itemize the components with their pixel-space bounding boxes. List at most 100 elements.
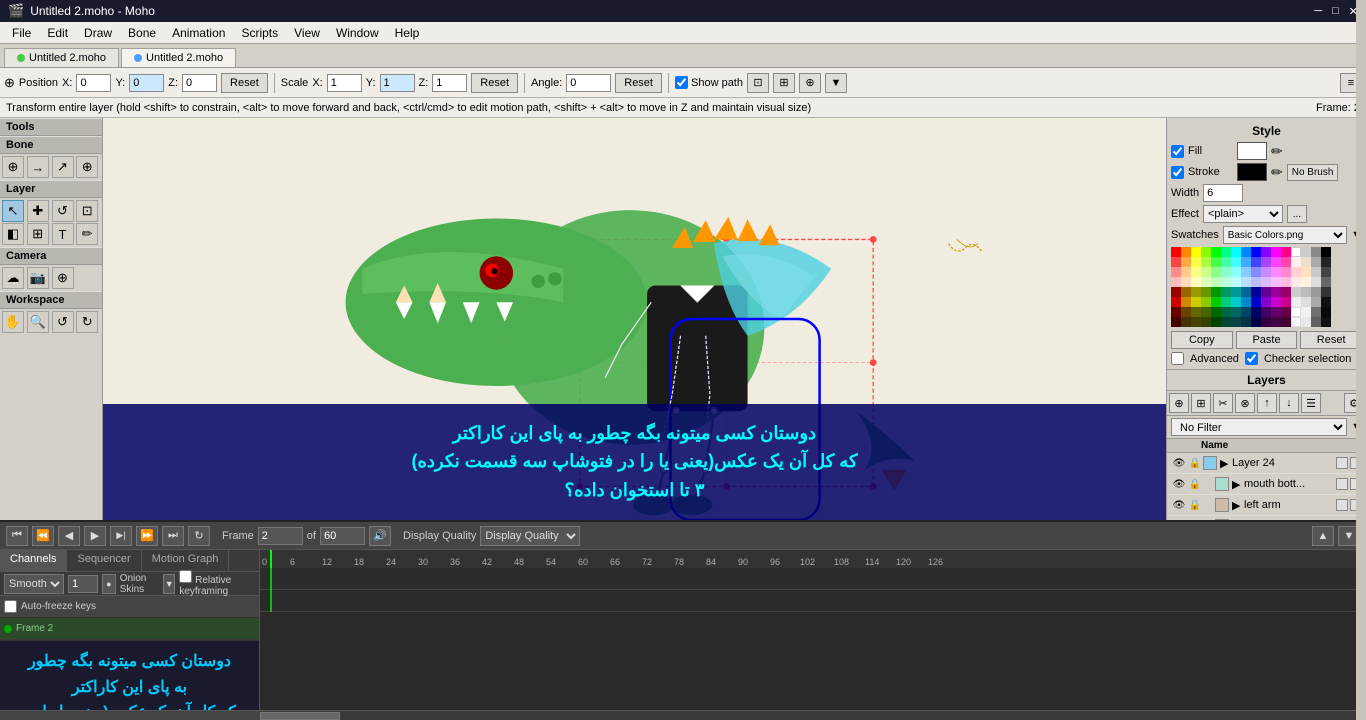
leftarm-eye[interactable]: 👁	[1171, 497, 1187, 513]
bodyshadow-eye[interactable]: 👁	[1171, 518, 1187, 520]
color-cell[interactable]	[1271, 287, 1281, 297]
sz-input[interactable]	[432, 74, 467, 92]
color-cell[interactable]	[1221, 247, 1231, 257]
color-cell[interactable]	[1301, 297, 1311, 307]
reset-position-button[interactable]: Reset	[221, 73, 268, 93]
color-cell[interactable]	[1221, 287, 1231, 297]
color-cell[interactable]	[1261, 247, 1271, 257]
layers-btn-3[interactable]: ✂	[1213, 393, 1233, 413]
color-cell[interactable]	[1181, 247, 1191, 257]
color-cell[interactable]	[1261, 267, 1271, 277]
layer-item-mouth[interactable]: 👁 🔒 ▶ mouth bott...	[1167, 474, 1366, 495]
effect-options-button[interactable]: ...	[1287, 205, 1307, 223]
color-cell[interactable]	[1181, 277, 1191, 287]
minimize-button[interactable]: ─	[1314, 5, 1322, 18]
leftarm-expand[interactable]: ▶	[1232, 499, 1244, 512]
color-cell[interactable]	[1261, 317, 1271, 327]
color-cell[interactable]	[1251, 297, 1261, 307]
color-cell[interactable]	[1231, 287, 1241, 297]
color-cell[interactable]	[1301, 277, 1311, 287]
color-cell[interactable]	[1311, 297, 1321, 307]
color-cell[interactable]	[1181, 317, 1191, 327]
display-quality-select[interactable]: Display Quality	[480, 526, 580, 546]
show-path-checkbox[interactable]	[675, 76, 688, 89]
total-frames-input[interactable]	[320, 527, 365, 545]
color-cell[interactable]	[1251, 277, 1261, 287]
color-cell[interactable]	[1261, 297, 1271, 307]
workspace-tool-undo[interactable]: ↺	[52, 311, 74, 333]
color-cell[interactable]	[1201, 247, 1211, 257]
mouth-expand[interactable]: ▶	[1232, 478, 1244, 491]
color-cell[interactable]	[1181, 297, 1191, 307]
h-scroll-track[interactable]	[260, 711, 1366, 720]
workspace-tool-zoom[interactable]: 🔍	[27, 311, 49, 333]
width-input[interactable]	[1203, 184, 1243, 202]
swatches-select[interactable]: Basic Colors.png	[1223, 226, 1347, 244]
color-cell[interactable]	[1181, 307, 1191, 317]
menu-view[interactable]: View	[286, 24, 328, 42]
copy-button[interactable]: Copy	[1171, 331, 1233, 349]
layer-tool-6[interactable]: ⊞	[27, 223, 49, 245]
color-cell[interactable]	[1221, 267, 1231, 277]
color-cell[interactable]	[1171, 267, 1181, 277]
menu-file[interactable]: File	[4, 24, 39, 42]
camera-tool-2[interactable]: 📷	[27, 267, 49, 289]
layers-btn-7[interactable]: ☰	[1301, 393, 1321, 413]
color-cell[interactable]	[1241, 277, 1251, 287]
layer24-eye[interactable]: 👁	[1171, 455, 1187, 471]
color-cell[interactable]	[1221, 317, 1231, 327]
color-cell[interactable]	[1271, 257, 1281, 267]
color-cell[interactable]	[1321, 287, 1331, 297]
leftarm-lock[interactable]: 🔒	[1187, 497, 1203, 513]
color-cell[interactable]	[1261, 287, 1271, 297]
color-cell[interactable]	[1241, 247, 1251, 257]
toolbar-icon-btn-3[interactable]: ⊕	[799, 73, 821, 93]
stroke-color-swatch[interactable]	[1237, 163, 1267, 181]
color-cell[interactable]	[1271, 307, 1281, 317]
color-cell[interactable]	[1281, 257, 1291, 267]
color-cell[interactable]	[1221, 257, 1231, 267]
color-cell[interactable]	[1241, 287, 1251, 297]
color-cell[interactable]	[1281, 307, 1291, 317]
color-cell[interactable]	[1321, 297, 1331, 307]
color-cell[interactable]	[1311, 247, 1321, 257]
playback-play[interactable]: ▶	[84, 526, 106, 546]
layers-btn-6[interactable]: ↓	[1279, 393, 1299, 413]
color-cell[interactable]	[1211, 247, 1221, 257]
color-cell[interactable]	[1251, 317, 1261, 327]
camera-tool-1[interactable]: ☁	[2, 267, 24, 289]
color-cell[interactable]	[1231, 297, 1241, 307]
color-cell[interactable]	[1211, 257, 1221, 267]
playback-rewind-start[interactable]: ⏮	[6, 526, 28, 546]
advanced-checkbox[interactable]	[1171, 352, 1184, 365]
color-cell[interactable]	[1241, 317, 1251, 327]
color-cell[interactable]	[1291, 317, 1301, 327]
color-cell[interactable]	[1291, 277, 1301, 287]
layer-item-bodyshadow[interactable]: 👁 🔒 ▶ body shadow	[1167, 516, 1366, 520]
fill-color-swatch[interactable]	[1237, 142, 1267, 160]
color-cell[interactable]	[1201, 277, 1211, 287]
layer-tool-add[interactable]: ✚	[27, 200, 49, 222]
y-input[interactable]	[129, 74, 164, 92]
color-cell[interactable]	[1191, 287, 1201, 297]
workspace-tool-hand[interactable]: ✋	[2, 311, 24, 333]
color-cell[interactable]	[1261, 307, 1271, 317]
color-cell[interactable]	[1211, 277, 1221, 287]
color-cell[interactable]	[1241, 267, 1251, 277]
tab-1[interactable]: Untitled 2.moho	[4, 48, 119, 67]
color-cell[interactable]	[1201, 307, 1211, 317]
color-cell[interactable]	[1281, 247, 1291, 257]
tab-2[interactable]: Untitled 2.moho	[121, 48, 236, 67]
tab-sequencer[interactable]: Sequencer	[67, 550, 141, 571]
sx-input[interactable]	[327, 74, 362, 92]
layer-tool-paint[interactable]: ✏	[76, 223, 98, 245]
color-cell[interactable]	[1191, 317, 1201, 327]
relative-keyframe-checkbox[interactable]	[179, 570, 192, 583]
color-cell[interactable]	[1211, 317, 1221, 327]
speed-input[interactable]	[68, 575, 98, 593]
layer24-expand[interactable]: ▶	[1220, 457, 1232, 470]
color-cell[interactable]	[1271, 297, 1281, 307]
color-cell[interactable]	[1241, 297, 1251, 307]
color-cell[interactable]	[1271, 247, 1281, 257]
color-cell[interactable]	[1291, 287, 1301, 297]
